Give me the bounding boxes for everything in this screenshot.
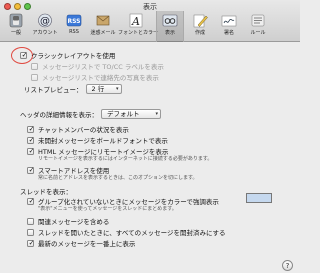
classic-layout-row[interactable]: クラシックレイアウトを使用 (20, 50, 115, 60)
view-glasses-icon (162, 14, 178, 27)
tab-signatures[interactable]: 署名 (215, 11, 243, 42)
threads-heading: スレッドを表示： (20, 188, 72, 196)
show-photos-row[interactable]: メッセージリストで連絡先の写真を表示 (31, 72, 159, 82)
smart-addresses-note: 常に名前とアドレスを表示するときは、このオプションを切にします。 (38, 175, 198, 181)
list-preview-popup[interactable]: 2 行 ▾ (85, 84, 122, 94)
tab-accounts[interactable]: @ アカウント (31, 11, 59, 42)
tab-general[interactable]: 一般 (2, 11, 30, 42)
title-bar: 表示 一般 @ アカウント RSS RSS 迷惑メール A フォントとカラー 表… (0, 0, 300, 42)
tab-viewing[interactable]: 表示 (156, 11, 184, 42)
header-detail-popup[interactable]: デフォルト ▾ (101, 109, 161, 119)
chevron-updown-icon: ▾ (115, 86, 119, 92)
mark-read-checkbox[interactable] (27, 228, 34, 236)
related-messages-label: 関連メッセージを含める (38, 218, 110, 226)
chat-status-checkbox[interactable] (27, 124, 35, 133)
tab-junk-mail[interactable]: 迷惑メール (89, 11, 117, 42)
list-preview-label: リストプレビュー： (24, 86, 83, 94)
mark-read-row[interactable]: スレッドを開いたときに、すべてのメッセージを開封済みにする (27, 227, 226, 237)
highlight-color-well[interactable] (246, 193, 272, 203)
show-to-cc-row[interactable]: メッセージリストで TO/CC ラベルを表示 (31, 61, 164, 71)
bold-unread-row[interactable]: 未開封メッセージをボールドフォントで表示 (27, 135, 168, 145)
header-detail-label: ヘッダの詳細情報を表示： (20, 111, 98, 119)
font-color-icon: A (129, 13, 143, 28)
switch-icon (9, 13, 23, 28)
svg-text:A: A (131, 15, 140, 28)
mark-read-label: スレッドを開いたときに、すべてのメッセージを開封済みにする (38, 229, 226, 237)
header-detail-row: ヘッダの詳細情報を表示： デフォルト ▾ (20, 109, 161, 119)
related-messages-row[interactable]: 関連メッセージを含める (27, 216, 109, 226)
help-button[interactable]: ? (282, 260, 293, 271)
signature-icon (221, 15, 237, 27)
remote-images-checkbox[interactable] (27, 146, 35, 155)
remote-images-note: リモートイメージを表示するにはインターネットに接続する必要があります。 (38, 156, 213, 162)
newest-top-checkbox[interactable] (27, 238, 35, 247)
newest-top-label: 最新のメッセージを一番上に表示 (38, 240, 136, 248)
classic-layout-label: クラシックレイアウトを使用 (31, 52, 116, 60)
chevron-updown-icon: ▾ (155, 111, 158, 117)
rss-icon: RSS (66, 14, 82, 27)
tab-composing[interactable]: 作成 (186, 11, 214, 42)
show-photos-checkbox[interactable] (31, 73, 38, 81)
bold-unread-label: 未開封メッセージをボールドフォントで表示 (38, 137, 168, 145)
highlight-color-checkbox[interactable] (27, 196, 35, 205)
bold-unread-checkbox[interactable] (27, 135, 35, 144)
at-icon: @ (38, 13, 52, 28)
svg-text:@: @ (40, 16, 50, 27)
chat-status-label: チャットメンバーの状況を表示 (38, 126, 129, 134)
tab-rss[interactable]: RSS RSS (60, 11, 88, 42)
list-preview-value: 2 行 (91, 85, 105, 93)
preferences-toolbar: 一般 @ アカウント RSS RSS 迷惑メール A フォントとカラー 表示 作… (0, 11, 300, 42)
smart-addresses-checkbox[interactable] (27, 165, 35, 174)
show-photos-label: メッセージリストで連絡先の写真を表示 (42, 74, 159, 82)
junk-mail-icon (96, 15, 110, 26)
tab-fonts-colors[interactable]: A フォントとカラー (118, 11, 158, 42)
chat-status-row[interactable]: チャットメンバーの状況を表示 (27, 124, 129, 134)
compose-pencil-icon (193, 14, 208, 28)
newest-top-row[interactable]: 最新のメッセージを一番上に表示 (27, 238, 135, 248)
show-to-cc-label: メッセージリストで TO/CC ラベルを表示 (42, 63, 164, 71)
related-messages-checkbox[interactable] (27, 217, 34, 225)
header-detail-value: デフォルト (107, 110, 140, 118)
svg-text:RSS: RSS (68, 18, 81, 25)
show-to-cc-checkbox[interactable] (31, 62, 38, 70)
tab-rules[interactable]: ルール (244, 11, 272, 42)
classic-layout-checkbox[interactable] (20, 50, 28, 59)
preferences-window: 表示 一般 @ アカウント RSS RSS 迷惑メール A フォントとカラー 表… (0, 0, 300, 273)
highlight-color-note: "表示"メニューを使ってメッセージをスレッドにまとめます。 (38, 206, 177, 212)
rules-icon (251, 14, 265, 27)
list-preview-row: リストプレビュー： 2 行 ▾ (24, 84, 122, 94)
